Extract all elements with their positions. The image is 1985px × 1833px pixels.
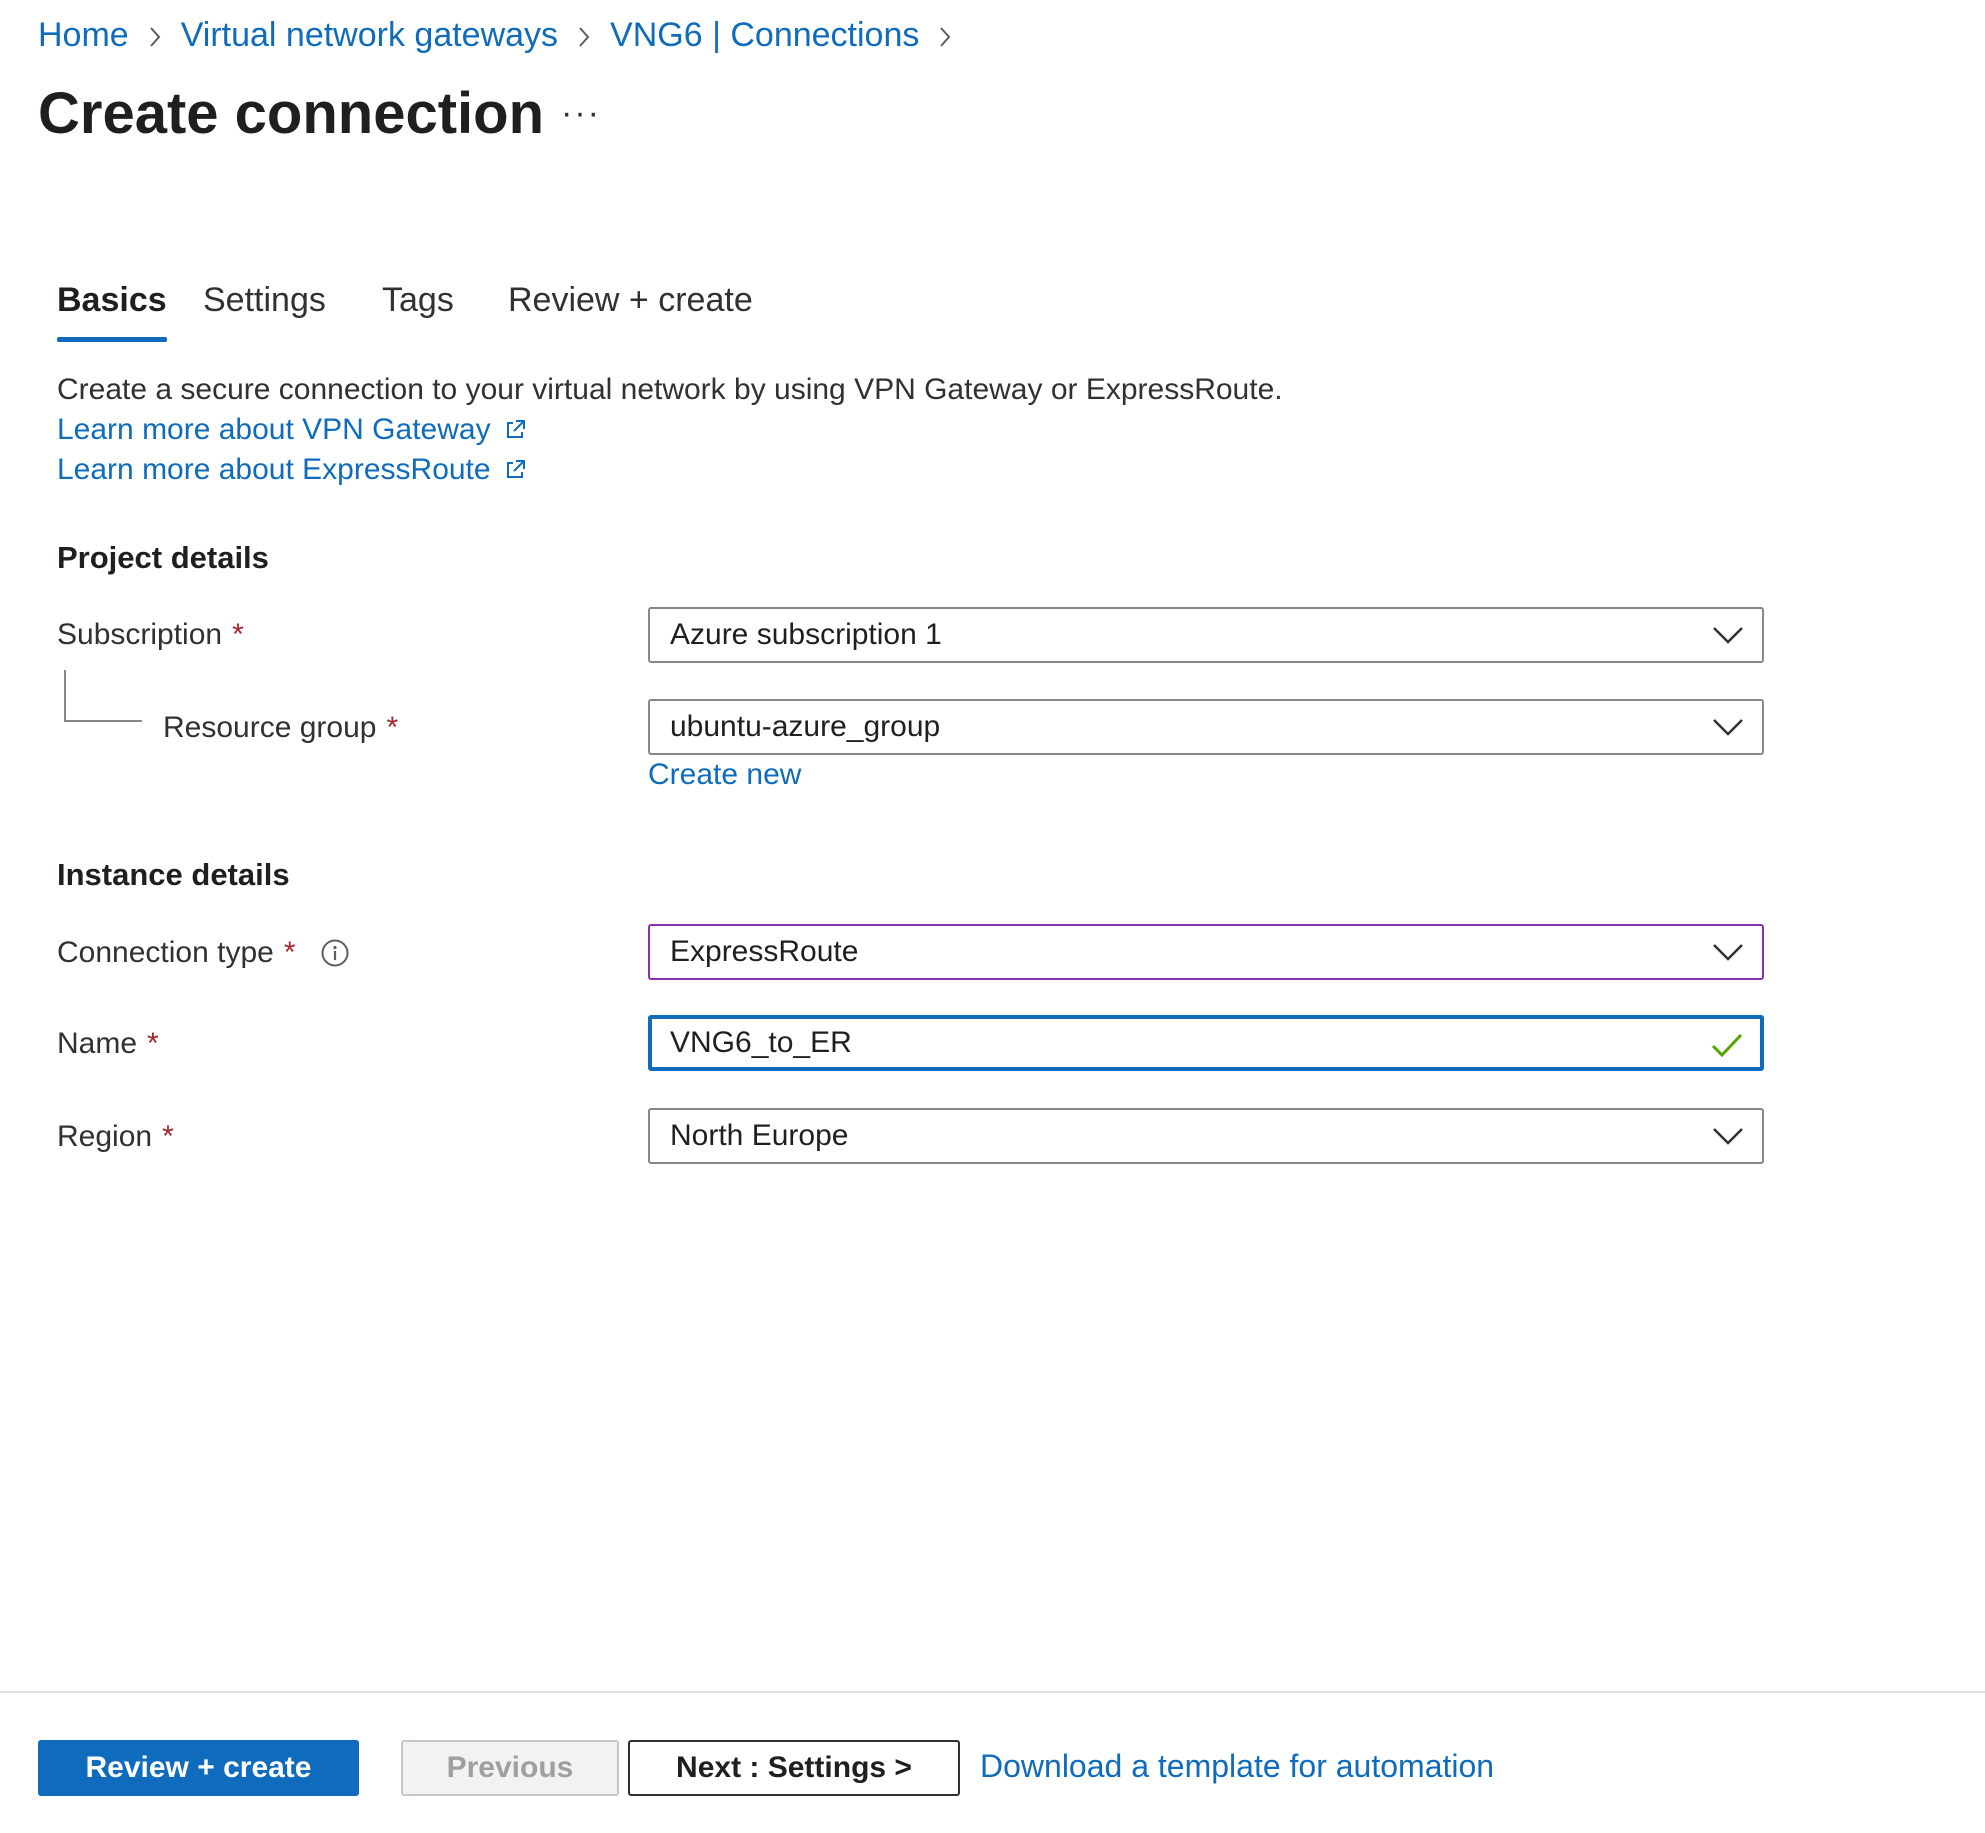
connection-type-dropdown[interactable]: ExpressRoute [648,924,1764,980]
subscription-value: Azure subscription 1 [670,618,942,651]
resource-group-label-text: Resource group [163,711,377,744]
required-marker: * [232,618,244,651]
learn-more-expressroute-link[interactable]: Learn more about ExpressRoute [57,450,527,490]
intro: Create a secure connection to your virtu… [57,370,1283,490]
tab-basics[interactable]: Basics [57,272,167,342]
learn-more-expressroute-label: Learn more about ExpressRoute [57,453,491,486]
chevron-right-icon [129,16,181,55]
external-link-icon [506,460,525,478]
tree-connector [64,670,142,722]
create-new-link[interactable]: Create new [648,758,801,792]
name-label: Name * [57,1024,159,1064]
next-settings-button[interactable]: Next : Settings > [628,1740,960,1796]
download-template-link[interactable]: Download a template for automation [980,1748,1494,1785]
learn-more-vpn-link[interactable]: Learn more about VPN Gateway [57,410,527,450]
region-label: Region * [57,1117,174,1157]
required-marker: * [386,711,399,744]
tab-review-create[interactable]: Review + create [508,272,753,342]
required-marker: * [162,1120,174,1153]
breadcrumb-vng6-connections[interactable]: VNG6 | Connections [610,16,919,55]
project-details-header: Project details [57,540,269,575]
name-input[interactable]: VNG6_to_ER [648,1015,1764,1071]
breadcrumb: Home Virtual network gateways VNG6 | Con… [38,14,971,56]
instance-details-header: Instance details [57,857,290,892]
resource-group-label: Resource group * [163,708,398,748]
region-label-text: Region [57,1120,153,1153]
chevron-down-icon [1713,627,1743,644]
name-label-text: Name [57,1027,138,1060]
subscription-label-text: Subscription [57,618,223,651]
connection-type-label: Connection type * [57,933,350,973]
chevron-down-icon [1713,719,1743,736]
connection-type-value: ExpressRoute [670,935,859,968]
tab-tags[interactable]: Tags [382,272,454,342]
external-link-icon [506,420,525,438]
subscription-label: Subscription * [57,615,244,655]
checkmark-icon [1711,1033,1743,1058]
breadcrumb-home[interactable]: Home [38,16,129,55]
name-value: VNG6_to_ER [670,1026,852,1059]
intro-description: Create a secure connection to your virtu… [57,373,1283,406]
resource-group-value: ubuntu-azure_group [670,710,941,743]
required-marker: * [147,1027,159,1060]
learn-more-vpn-label: Learn more about VPN Gateway [57,413,491,446]
info-icon[interactable] [320,938,350,968]
breadcrumb-virtual-network-gateways[interactable]: Virtual network gateways [181,16,558,55]
required-marker: * [283,936,296,969]
subscription-dropdown[interactable]: Azure subscription 1 [648,607,1764,663]
more-icon[interactable]: ··· [556,90,606,136]
chevron-down-icon [1713,944,1743,961]
chevron-right-icon [919,16,971,55]
region-dropdown[interactable]: North Europe [648,1108,1764,1164]
page-title: Create connection [38,81,544,146]
tab-settings[interactable]: Settings [203,272,326,342]
footer-divider [0,1691,1985,1693]
chevron-down-icon [1713,1128,1743,1145]
previous-button[interactable]: Previous [401,1740,619,1796]
review-create-button[interactable]: Review + create [38,1740,359,1796]
chevron-right-icon [558,16,610,55]
resource-group-dropdown[interactable]: ubuntu-azure_group [648,699,1764,755]
connection-type-label-text: Connection type [57,936,274,969]
region-value: North Europe [670,1119,849,1152]
